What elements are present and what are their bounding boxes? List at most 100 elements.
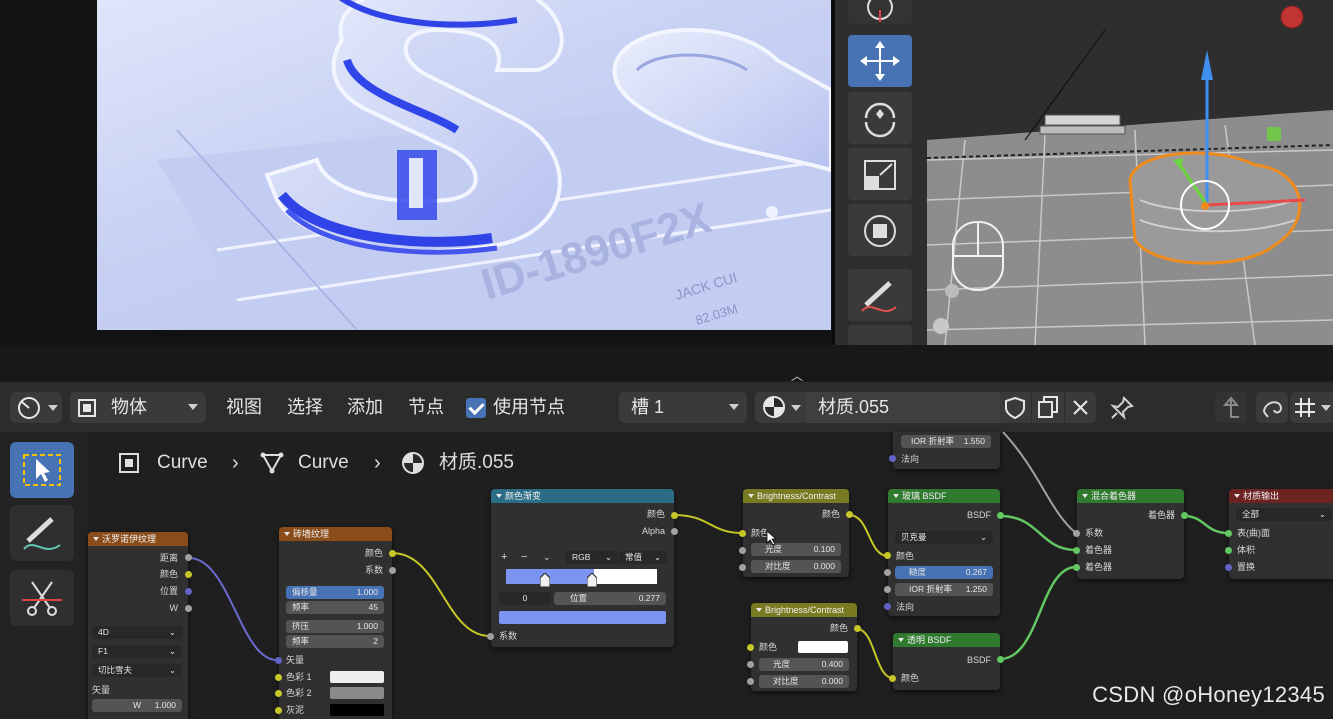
color1-swatch[interactable] — [330, 671, 384, 683]
input-socket[interactable] — [747, 644, 754, 651]
input-socket[interactable] — [889, 455, 896, 462]
editor-type-selector[interactable] — [10, 392, 62, 423]
parent-node-tree-button[interactable] — [1215, 392, 1247, 423]
menu-select[interactable]: 选择 — [287, 392, 323, 423]
material-name-field[interactable]: 材质.055 — [806, 392, 1000, 423]
rotate-tool-button[interactable] — [848, 92, 912, 144]
node-header[interactable]: 沃罗诺伊纹理 — [88, 532, 188, 546]
output-socket[interactable] — [846, 511, 853, 518]
output-socket[interactable] — [671, 528, 678, 535]
glass-bsdf-node[interactable]: 玻璃 BSDF BSDF 贝克曼 ⌄ 颜色 糙度 0.267 IOR 折射率 1.25… — [888, 489, 1000, 616]
cursor-tool-button[interactable] — [848, 0, 912, 24]
chevron-down-icon[interactable]: ⌄ — [543, 550, 551, 564]
squash-field[interactable]: 挤压 1.000 — [286, 620, 384, 633]
overlay-toggle-button[interactable] — [1256, 392, 1288, 423]
node-header[interactable]: Brightness/Contrast — [743, 489, 849, 503]
measure-tool-button[interactable] — [848, 325, 912, 345]
mix-shader-node[interactable]: 混合着色器 着色器 系数 着色器 着色器 — [1077, 489, 1184, 579]
dimensions-dropdown[interactable]: 4D ⌄ — [92, 626, 182, 639]
color-ramp-bar[interactable] — [506, 569, 657, 584]
input-socket[interactable] — [275, 707, 282, 714]
snapping-button[interactable] — [1290, 392, 1333, 423]
input-socket[interactable] — [739, 564, 746, 571]
output-socket[interactable] — [185, 605, 192, 612]
output-socket[interactable] — [185, 571, 192, 578]
brick-texture-node[interactable]: 砖墙纹理 颜色 系数 偏移量 1.000 频率 45 挤压 1.000 频率 2 矢量 … — [279, 527, 392, 719]
node-header[interactable]: 混合着色器 — [1077, 489, 1184, 503]
offset-field[interactable]: 偏移量 1.000 — [286, 586, 384, 599]
stop-position-field[interactable]: 位置 0.277 — [554, 592, 666, 605]
input-socket[interactable] — [275, 674, 282, 681]
interpolation-dropdown[interactable]: 常值 ⌄ — [619, 551, 667, 564]
output-socket[interactable] — [185, 588, 192, 595]
w-field[interactable]: W 1.000 — [92, 699, 182, 712]
bright-field[interactable]: 光度 0.400 — [759, 658, 849, 671]
use-nodes-checkbox[interactable] — [466, 398, 486, 418]
menu-view[interactable]: 视图 — [226, 392, 262, 423]
distribution-dropdown[interactable]: 贝克曼 ⌄ — [895, 531, 993, 544]
output-socket[interactable] — [389, 567, 396, 574]
input-socket[interactable] — [884, 569, 891, 576]
distance-dropdown[interactable]: 切比雪夫 ⌄ — [92, 664, 182, 677]
cut-links-tool[interactable] — [10, 570, 74, 626]
material-browse-button[interactable] — [755, 392, 807, 423]
stop-color-swatch[interactable] — [499, 611, 666, 624]
ior-field[interactable]: IOR 折射率 1.550 — [901, 435, 991, 448]
output-socket[interactable] — [185, 554, 192, 561]
fake-user-button[interactable] — [1000, 392, 1031, 423]
node-header[interactable]: 砖墙纹理 — [279, 527, 392, 541]
output-socket[interactable] — [997, 656, 1004, 663]
node-header[interactable]: 材质输出 — [1229, 489, 1333, 503]
ior-field[interactable]: IOR 折射率 1.250 — [895, 583, 993, 596]
squash-frequency-field[interactable]: 频率 2 — [286, 635, 384, 648]
input-socket[interactable] — [747, 678, 754, 685]
input-socket[interactable] — [889, 675, 896, 682]
bright-field[interactable]: 光度 0.100 — [751, 543, 841, 556]
input-socket[interactable] — [884, 552, 891, 559]
duplicate-material-button[interactable] — [1032, 392, 1064, 423]
material-output-node[interactable]: 材质输出 全部 ⌄ 表(曲)面 体积 置换 — [1229, 489, 1333, 579]
menu-add[interactable]: 添加 — [347, 392, 383, 423]
roughness-field[interactable]: 糙度 0.267 — [895, 566, 993, 579]
output-socket[interactable] — [854, 625, 861, 632]
add-stop-button[interactable]: + — [501, 550, 507, 564]
input-socket[interactable] — [739, 547, 746, 554]
annotate-tool[interactable] — [10, 505, 74, 561]
color-input-swatch[interactable] — [798, 641, 848, 653]
input-socket[interactable] — [487, 633, 494, 640]
select-box-tool[interactable] — [10, 442, 74, 498]
node-header[interactable]: 颜色渐变 — [491, 489, 674, 503]
color-stop-handle[interactable] — [540, 573, 550, 587]
input-socket[interactable] — [884, 603, 891, 610]
unlink-material-button[interactable] — [1065, 392, 1096, 423]
target-dropdown[interactable]: 全部 ⌄ — [1236, 508, 1332, 521]
contrast-field[interactable]: 对比度 0.000 — [759, 675, 849, 688]
color-mode-dropdown[interactable]: RGB ⌄ — [566, 551, 618, 564]
input-socket[interactable] — [1225, 547, 1232, 554]
input-socket[interactable] — [275, 657, 282, 664]
transparent-bsdf-node[interactable]: 透明 BSDF BSDF 颜色 — [893, 633, 1000, 690]
input-socket[interactable] — [884, 586, 891, 593]
input-socket[interactable] — [747, 661, 754, 668]
output-socket[interactable] — [1181, 512, 1188, 519]
mortar-swatch[interactable] — [330, 704, 384, 716]
chevron-up-icon[interactable]: ︿ — [789, 370, 805, 382]
input-socket[interactable] — [1073, 547, 1080, 554]
input-socket[interactable] — [739, 530, 746, 537]
mode-dropdown[interactable]: 物体 — [70, 392, 206, 423]
remove-stop-button[interactable]: − — [521, 550, 527, 564]
color2-swatch[interactable] — [330, 687, 384, 699]
voronoi-texture-node[interactable]: 沃罗诺伊纹理 距离 颜色 位置 W 4D ⌄ F1 ⌄ 切比雪夫 ⌄ 矢量 W 1.00… — [88, 532, 188, 719]
input-socket[interactable] — [1225, 530, 1232, 537]
node-header[interactable]: 透明 BSDF — [893, 633, 1000, 647]
output-socket[interactable] — [389, 550, 396, 557]
annotate-tool-button[interactable] — [848, 269, 912, 321]
color-ramp-node[interactable]: 颜色渐变 颜色 Alpha + − ⌄ RGB ⌄ 常值 ⌄ 0 位置 0.277 系… — [491, 489, 674, 647]
scale-tool-button[interactable] — [848, 148, 912, 200]
node-header[interactable]: 玻璃 BSDF — [888, 489, 1000, 503]
feature-dropdown[interactable]: F1 ⌄ — [92, 645, 182, 658]
brightness-contrast-node-1[interactable]: Brightness/Contrast 颜色 颜色 光度 0.100 对比度 0.0… — [743, 489, 849, 577]
render-viewport[interactable]: ID-1890F2X JACK CUI 82.03M — [0, 0, 832, 345]
color-stop-handle[interactable] — [587, 573, 597, 587]
partial-shader-node[interactable]: IOR 折射率 1.550 法向 — [893, 432, 1000, 469]
